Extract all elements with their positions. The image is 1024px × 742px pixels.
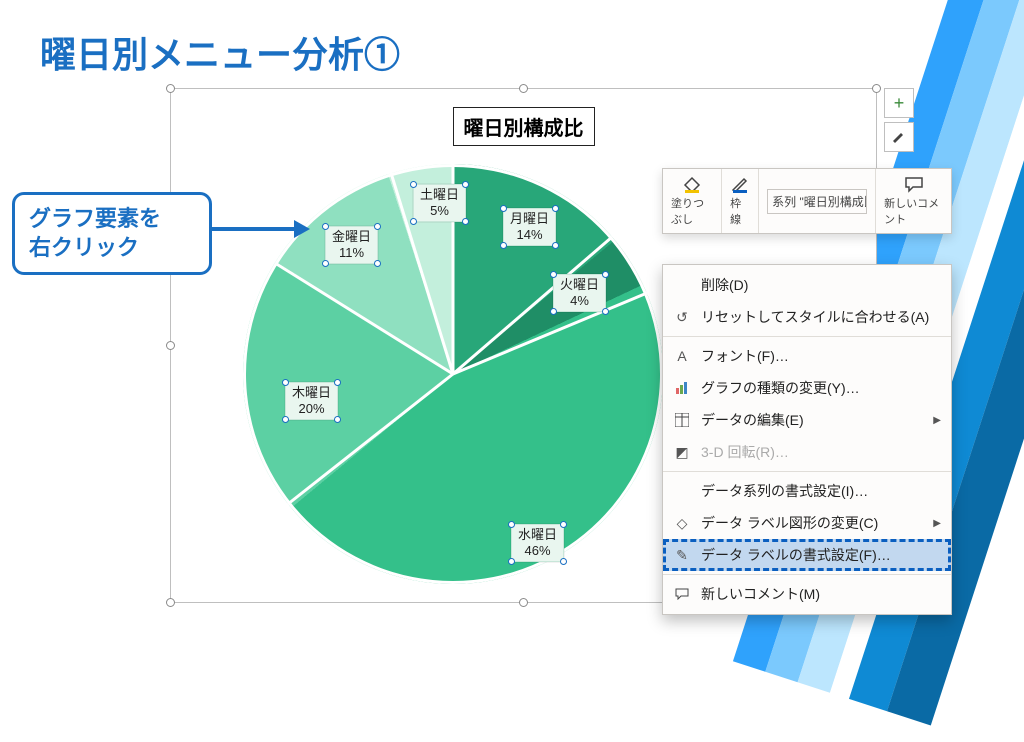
fill-label: 塗りつぶし [671, 195, 713, 227]
chart-elements-button[interactable]: + [884, 88, 914, 118]
menu-label: リセットしてスタイルに合わせる(A) [701, 307, 929, 327]
menu-font[interactable]: A フォント(F)… [663, 340, 951, 372]
menu-format-data-series[interactable]: データ系列の書式設定(I)… [663, 475, 951, 507]
menu-label: 新しいコメント(M) [701, 584, 820, 604]
submenu-arrow-icon: ▶ [933, 518, 941, 529]
menu-edit-data[interactable]: データの編集(E) ▶ [663, 404, 951, 436]
instruction-callout: グラフ要素を右クリック [12, 192, 212, 275]
chart-title[interactable]: 曜日別構成比 [453, 107, 595, 146]
menu-label: グラフの種類の変更(Y)… [701, 378, 860, 398]
brush-icon [891, 129, 907, 145]
menu-label: データの編集(E) [701, 410, 804, 430]
data-label-fri[interactable]: 金曜日11% [325, 226, 378, 264]
menu-3d-rotation: ◩ 3-D 回転(R)… [663, 436, 951, 468]
menu-label: データ系列の書式設定(I)… [701, 481, 868, 501]
menu-label: 削除(D) [701, 275, 748, 295]
data-label-wed[interactable]: 水曜日46% [511, 524, 564, 562]
menu-separator [663, 471, 951, 472]
data-label-tue[interactable]: 火曜日4% [553, 274, 606, 312]
resize-handle[interactable] [519, 598, 528, 607]
new-comment-label: 新しいコメント [884, 195, 943, 227]
page-title: 曜日別メニュー分析① [40, 26, 400, 78]
menu-change-chart-type[interactable]: グラフの種類の変更(Y)… [663, 372, 951, 404]
blank-icon [673, 482, 691, 500]
resize-handle[interactable] [166, 84, 175, 93]
resize-handle[interactable] [872, 84, 881, 93]
arrow-icon [210, 216, 310, 242]
chart-styles-button[interactable] [884, 122, 914, 152]
shape-icon: ◇ [673, 514, 691, 532]
series-selector[interactable]: 系列 "曜日別構成比" [759, 169, 876, 233]
reset-icon: ↺ [673, 308, 691, 326]
mini-toolbar: 塗りつぶし 枠線 系列 "曜日別構成比" 新しいコメント [662, 168, 952, 234]
context-menu: 削除(D) ↺ リセットしてスタイルに合わせる(A) A フォント(F)… グラ… [662, 264, 952, 615]
series-name: 系列 "曜日別構成比" [767, 189, 867, 214]
submenu-arrow-icon: ▶ [933, 415, 941, 426]
fill-button[interactable]: 塗りつぶし [663, 169, 722, 233]
menu-new-comment[interactable]: 新しいコメント(M) [663, 578, 951, 610]
menu-format-data-labels[interactable]: ✎ データ ラベルの書式設定(F)… [663, 539, 951, 571]
resize-handle[interactable] [519, 84, 528, 93]
chart-type-icon [673, 379, 691, 397]
resize-handle[interactable] [166, 598, 175, 607]
outline-button[interactable]: 枠線 [722, 169, 759, 233]
data-label-thu[interactable]: 木曜日20% [285, 382, 338, 420]
menu-label: フォント(F)… [701, 346, 789, 366]
cube-icon: ◩ [673, 443, 691, 461]
font-icon: A [673, 347, 691, 365]
format-icon: ✎ [673, 546, 691, 564]
resize-handle[interactable] [166, 341, 175, 350]
pen-icon [730, 175, 750, 193]
menu-separator [663, 336, 951, 337]
data-label-mon[interactable]: 月曜日14% [503, 208, 556, 246]
comment-icon [673, 585, 691, 603]
chart-side-buttons: + [884, 88, 914, 152]
menu-label: データ ラベルの書式設定(F)… [701, 545, 891, 565]
blank-icon [673, 276, 691, 294]
menu-change-data-label-shape[interactable]: ◇ データ ラベル図形の変更(C) ▶ [663, 507, 951, 539]
new-comment-button[interactable]: 新しいコメント [876, 169, 951, 233]
menu-label: データ ラベル図形の変更(C) [701, 513, 878, 533]
menu-separator [663, 574, 951, 575]
table-icon [673, 411, 691, 429]
menu-reset-style[interactable]: ↺ リセットしてスタイルに合わせる(A) [663, 301, 951, 333]
outline-label: 枠線 [730, 195, 750, 227]
menu-delete[interactable]: 削除(D) [663, 269, 951, 301]
menu-label: 3-D 回転(R)… [701, 442, 789, 462]
paint-bucket-icon [682, 175, 702, 193]
plus-icon: + [894, 93, 905, 114]
data-label-sat[interactable]: 土曜日5% [413, 184, 466, 222]
comment-icon [904, 175, 924, 193]
